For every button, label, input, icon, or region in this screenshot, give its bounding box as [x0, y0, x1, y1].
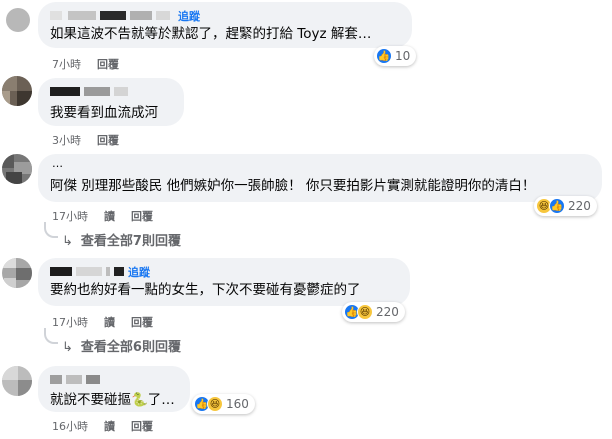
reply-link[interactable]: 回覆 — [131, 316, 153, 329]
avatar[interactable] — [2, 366, 32, 396]
hide-link[interactable]: 讀 — [104, 420, 115, 433]
comment-bubble: 我要看到血流成河 — [38, 78, 184, 126]
follow-link[interactable]: 追蹤 — [178, 8, 200, 24]
avatar[interactable] — [2, 76, 32, 106]
comment-meta: 7小時 回覆 — [52, 56, 135, 72]
reply-arrow-icon: ↳ — [62, 340, 73, 355]
comment-bubble: … 阿傑 別理那些酸民 他們嫉妒你一張帥臉！ 你只要拍影片實測就能證明你的清白！ — [38, 154, 602, 202]
thread-connector — [44, 222, 58, 238]
comment-text: 就說不要碰摳🐍了… — [50, 392, 175, 408]
name-prefix: … — [52, 157, 63, 170]
reaction-summary[interactable]: 👍 10 — [374, 46, 417, 66]
view-replies-label: 查看全部6則回覆 — [80, 340, 181, 355]
comment-meta: 3小時 回覆 — [52, 132, 135, 148]
reply-link[interactable]: 回覆 — [97, 134, 119, 147]
avatar[interactable] — [2, 154, 32, 184]
reaction-count: 220 — [568, 199, 591, 213]
commenter-name-redacted[interactable]: … — [50, 157, 590, 174]
hide-link[interactable]: 讀 — [104, 210, 115, 223]
reply-arrow-icon: ↳ — [62, 234, 73, 249]
commenter-name-redacted[interactable]: 追蹤 — [50, 264, 398, 280]
comment-meta: 16小時 讀 回覆 — [52, 418, 169, 434]
comment-meta: 17小時讀回覆 — [52, 208, 169, 224]
avatar[interactable] — [6, 8, 30, 32]
view-all-replies-link[interactable]: ↳ 查看全部7則回覆 — [62, 230, 181, 249]
comment-bubble: 追蹤 要約也約好看一點的女生，下次不要碰有憂鬱症的了 — [38, 258, 410, 306]
haha-icon: 😆 — [207, 396, 223, 412]
comment-text: 阿傑 別理那些酸民 他們嫉妒你一張帥臉！ 你只要拍影片實測就能證明你的清白！ — [50, 178, 536, 194]
timestamp[interactable]: 3小時 — [52, 134, 81, 147]
thread-connector — [44, 328, 58, 344]
view-replies-label: 查看全部7則回覆 — [80, 234, 181, 249]
reaction-summary[interactable]: 👍 😆 160 — [192, 394, 255, 414]
like-icon: 👍 — [376, 48, 392, 64]
reaction-summary[interactable]: 😆 👍 220 — [534, 196, 597, 216]
comment-meta: 17小時讀回覆 — [52, 314, 169, 330]
haha-icon: 😆 — [357, 304, 373, 320]
hide-link[interactable]: 讀 — [104, 316, 115, 329]
comment-bubble: 就說不要碰摳🐍了… — [38, 366, 190, 412]
reply-link[interactable]: 回覆 — [131, 210, 153, 223]
view-all-replies-link[interactable]: ↳ 查看全部6則回覆 — [62, 336, 181, 355]
follow-link[interactable]: 追蹤 — [128, 264, 150, 280]
avatar[interactable] — [2, 258, 32, 288]
reaction-count: 160 — [226, 397, 249, 411]
commenter-name-redacted[interactable]: 追蹤 — [50, 8, 400, 24]
comment-text: 我要看到血流成河 — [50, 105, 158, 121]
reaction-count: 10 — [395, 49, 411, 63]
commenter-name-redacted[interactable] — [50, 84, 172, 98]
reaction-summary[interactable]: 👍 😆 220 — [342, 302, 405, 322]
timestamp[interactable]: 16小時 — [52, 420, 88, 433]
comment-text: 如果這波不告就等於默認了，趕緊的打給 Toyz 解套… — [50, 26, 372, 42]
like-icon: 👍 — [549, 198, 565, 214]
reply-link[interactable]: 回覆 — [97, 58, 119, 71]
reaction-count: 220 — [376, 305, 399, 319]
reply-link[interactable]: 回覆 — [131, 420, 153, 433]
comment-bubble: 追蹤 如果這波不告就等於默認了，趕緊的打給 Toyz 解套… — [38, 2, 412, 48]
commenter-name-redacted[interactable] — [50, 372, 178, 386]
timestamp[interactable]: 7小時 — [52, 58, 81, 71]
comment-text: 要約也約好看一點的女生，下次不要碰有憂鬱症的了 — [50, 282, 361, 298]
